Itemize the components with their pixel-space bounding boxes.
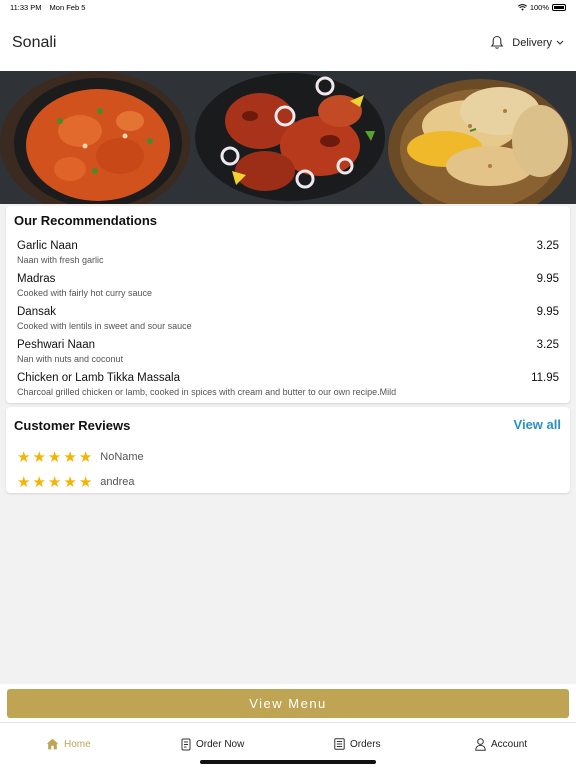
menu-item-price: 9.95 bbox=[536, 306, 559, 318]
order-icon bbox=[181, 738, 191, 751]
customer-reviews-card: Customer Reviews View all ★ ★ ★ ★ ★ NoNa… bbox=[6, 407, 570, 493]
star-icon: ★ bbox=[32, 473, 46, 491]
menu-item-description: Charcoal grilled chicken or lamb, cooked… bbox=[17, 387, 397, 397]
menu-item[interactable]: Chicken or Lamb Tikka Massala Charcoal g… bbox=[17, 372, 559, 405]
delivery-selector[interactable]: Delivery bbox=[512, 37, 564, 49]
tab-label: Account bbox=[491, 739, 528, 750]
orders-list-icon bbox=[334, 738, 345, 750]
recommendations-title: Our Recommendations bbox=[14, 213, 158, 228]
menu-item-price: 9.95 bbox=[536, 273, 559, 285]
status-time: 11:33 PM bbox=[10, 2, 42, 12]
star-icon: ★ bbox=[63, 448, 77, 466]
status-right: 100% bbox=[517, 2, 566, 12]
review-row[interactable]: ★ ★ ★ ★ ★ NoName bbox=[17, 449, 144, 465]
app-title: Sonali bbox=[12, 33, 57, 51]
battery-percent: 100% bbox=[529, 2, 549, 12]
hero-banner-image bbox=[0, 71, 576, 204]
star-icon: ★ bbox=[47, 473, 62, 491]
reviews-title: Customer Reviews bbox=[14, 418, 131, 433]
star-icon: ★ bbox=[17, 448, 31, 466]
tab-label: Order Now bbox=[196, 739, 245, 750]
menu-item-description: Cooked with fairly hot curry sauce bbox=[17, 288, 153, 298]
menu-item-price: 11.95 bbox=[531, 372, 559, 384]
star-icon: ★ bbox=[78, 473, 93, 491]
menu-item-name: Madras bbox=[17, 273, 56, 285]
star-icon: ★ bbox=[32, 448, 46, 466]
star-icon: ★ bbox=[78, 448, 93, 466]
menu-item-description: Naan with fresh garlic bbox=[17, 255, 104, 265]
star-icon: ★ bbox=[17, 473, 31, 491]
reviewer-name: andrea bbox=[100, 476, 135, 488]
recommendations-card: Our Recommendations Garlic Naan Naan wit… bbox=[6, 206, 570, 403]
menu-item[interactable]: Peshwari Naan Nan with nuts and coconut … bbox=[17, 339, 559, 372]
menu-item-name: Garlic Naan bbox=[17, 240, 78, 252]
menu-item-name: Peshwari Naan bbox=[17, 339, 95, 351]
menu-item[interactable]: Dansak Cooked with lentils in sweet and … bbox=[17, 306, 559, 339]
menu-item[interactable]: Madras Cooked with fairly hot curry sauc… bbox=[17, 273, 559, 306]
tab-order-now[interactable]: Order Now bbox=[181, 738, 244, 751]
delivery-label: Delivery bbox=[512, 36, 552, 49]
tab-account[interactable]: Account bbox=[475, 738, 527, 751]
menu-item-price: 3.25 bbox=[536, 339, 559, 351]
menu-item-description: Cooked with lentils in sweet and sour sa… bbox=[17, 321, 192, 331]
header: Sonali Delivery bbox=[0, 14, 576, 71]
home-indicator bbox=[200, 760, 376, 764]
bell-icon[interactable] bbox=[490, 35, 504, 50]
reviewer-name: NoName bbox=[100, 451, 144, 463]
tab-orders[interactable]: Orders bbox=[334, 738, 381, 750]
battery-icon bbox=[552, 3, 566, 11]
tab-label: Orders bbox=[350, 738, 381, 750]
view-all-link[interactable]: View all bbox=[514, 417, 561, 432]
home-icon bbox=[46, 738, 59, 750]
tab-label: Home bbox=[64, 738, 91, 750]
header-actions: Delivery bbox=[490, 35, 564, 50]
menu-item-price: 3.25 bbox=[536, 240, 559, 252]
menu-item-name: Dansak bbox=[17, 306, 56, 318]
wifi-icon bbox=[517, 3, 527, 11]
status-date: Mon Feb 5 bbox=[49, 2, 86, 12]
account-icon bbox=[475, 738, 486, 751]
tab-home[interactable]: Home bbox=[46, 738, 91, 750]
star-icon: ★ bbox=[63, 473, 77, 491]
status-bar: 11:33 PM Mon Feb 5 100% bbox=[0, 0, 576, 14]
review-row[interactable]: ★ ★ ★ ★ ★ andrea bbox=[17, 474, 135, 490]
menu-item[interactable]: Garlic Naan Naan with fresh garlic 3.25 bbox=[17, 240, 559, 273]
menu-item-description: Nan with nuts and coconut bbox=[17, 354, 124, 364]
menu-item-name: Chicken or Lamb Tikka Massala bbox=[17, 372, 180, 384]
view-menu-button[interactable]: View Menu bbox=[7, 689, 569, 718]
star-icon: ★ bbox=[47, 448, 62, 466]
chevron-down-icon bbox=[556, 40, 564, 45]
